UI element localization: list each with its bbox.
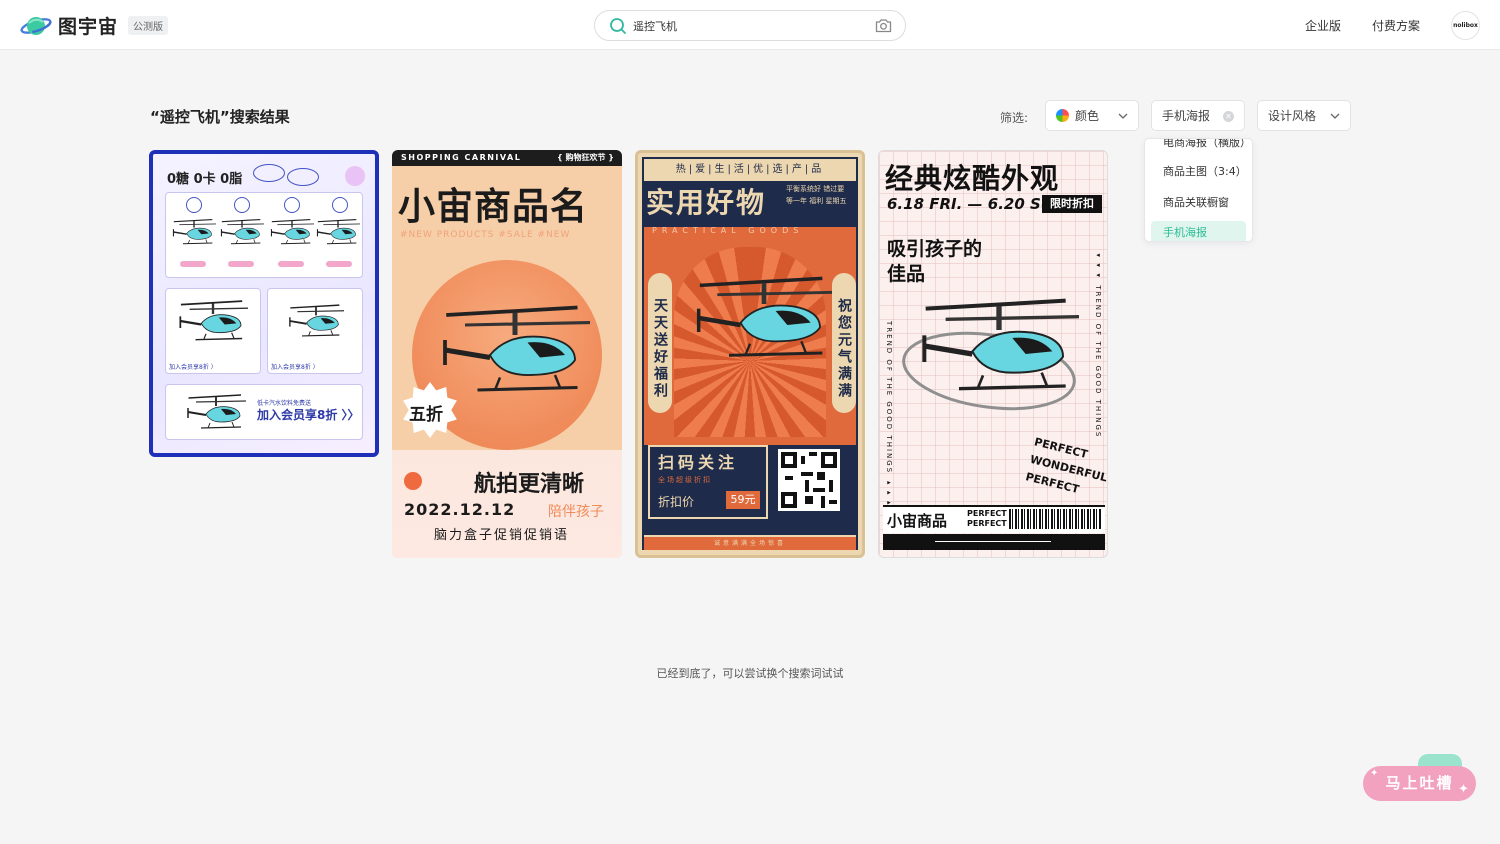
helicopter-image [270, 218, 314, 245]
heart-icon [345, 166, 365, 186]
filter-label: 筛选: [1000, 111, 1029, 125]
card2-date: 2022.12.12 [404, 500, 516, 519]
card4-brand-perfect: PERFECT PERFECT [967, 509, 1007, 528]
camera-icon[interactable] [875, 18, 892, 33]
type-filter[interactable]: 手机海报 ✕ [1151, 100, 1245, 131]
helicopter-image [187, 394, 246, 429]
template-card-4[interactable]: 经典炫酷外观 6.18 FRI. — 6.20 SUN. 限时折扣 吸引孩子的佳… [878, 150, 1108, 558]
card4-vertical-right: ◂◂◂ TREND OF THE GOOD THINGS [1094, 251, 1102, 439]
badge-icon [186, 197, 202, 213]
card3-right-vertical: 祝您元气满满 [832, 273, 856, 413]
card3-title: 实用好物 [646, 186, 767, 219]
template-card-1[interactable]: 0糖 0卡 0脂 加入会员享8折 〉 加入会员享8折 〉 低卡汽水饮料免费送 加… [149, 150, 379, 457]
end-of-results-text: 已经到底了，可以尝试换个搜索词试试 [656, 667, 844, 680]
template-card-2[interactable]: SHOPPING CARNIVAL { 购物狂欢节 } 小宙商品名 #NEW PR… [392, 150, 622, 558]
search-input[interactable] [633, 16, 863, 36]
helicopter-image [694, 273, 834, 363]
style-filter[interactable]: 设计风格 [1257, 100, 1351, 131]
card3-price-label: 折扣价 [658, 495, 695, 509]
card3-scan-sub: 全场超级折扣 [658, 476, 712, 484]
card2-sub: #NEW PRODUCTS #SALE #NEW [400, 230, 571, 240]
top-header: 图宇宙 公测版 企业版 付费方案 nolibox [0, 0, 1500, 50]
badge-icon [234, 197, 250, 213]
badge-icon [287, 168, 319, 186]
result-title: “遥控飞机”搜索结果 [150, 108, 290, 126]
badge-icon [284, 197, 300, 213]
logo-text: 图宇宙 [58, 16, 119, 38]
badge-icon [253, 164, 285, 182]
helicopter-image [440, 300, 590, 400]
card2-top-bar: SHOPPING CARNIVAL { 购物狂欢节 } [392, 150, 622, 166]
template-card-3[interactable]: 热|爱|生|活|优|选|产|品 诚意满满全场惊喜 实用好物 平衡系统好 错过要等… [635, 150, 865, 558]
nav-pricing[interactable]: 付费方案 [1372, 17, 1420, 34]
sparkle-icon: ✦ [1370, 768, 1379, 779]
dropdown-item-selected[interactable]: 手机海报 [1151, 221, 1246, 241]
clear-icon[interactable]: ✕ [1223, 111, 1234, 122]
helicopter-image [919, 291, 1079, 401]
search-box[interactable] [594, 10, 906, 41]
plus-icon [404, 472, 422, 490]
barcode-icon [1009, 509, 1101, 529]
card4-vertical-left: TREND OF THE GOOD THINGS ▸▸▸ [885, 321, 893, 509]
promo-big-text: 加入会员享8折 〉〉 [257, 408, 360, 422]
card2-top-left: SHOPPING CARNIVAL [401, 153, 522, 162]
card3-mini: 平衡系统好 错过要等一年 福利 星期五 [786, 185, 847, 205]
card2-headline: 航拍更清晰 [474, 472, 585, 497]
color-filter[interactable]: 颜色 [1045, 100, 1139, 131]
buy-pill [278, 261, 304, 267]
type-filter-label: 手机海报 [1162, 109, 1211, 123]
helicopter-image [220, 218, 264, 245]
card2-burst-text: 五折 [409, 405, 443, 425]
badge-icon [332, 197, 348, 213]
card3-left-vertical: 天天送好福利 [648, 273, 672, 413]
card2-date-right: 陪伴孩子 [548, 504, 604, 520]
type-dropdown[interactable]: 电商海报（横版） 商品主图（3:4） 商品关联橱窗 手机海报 [1144, 138, 1253, 242]
card4-brand: 小宙商品 [887, 512, 948, 530]
beta-badge: 公测版 [128, 16, 169, 35]
color-wheel-icon [1056, 109, 1069, 122]
card4-headline: 吸引孩子的佳品 [887, 238, 983, 285]
buy-pill [326, 261, 352, 267]
sparkle-icon: ✦ [1458, 782, 1469, 797]
dropdown-item[interactable]: 商品关联橱窗 [1151, 191, 1246, 215]
helicopter-image [179, 299, 248, 341]
qr-code-icon [778, 449, 840, 511]
planet-logo-icon [20, 16, 52, 35]
search-icon[interactable] [609, 17, 627, 35]
member-text: 加入会员享8折 〉 [271, 364, 319, 371]
card4-tag: 限时折扣 [1042, 195, 1102, 213]
dropdown-item[interactable]: 电商海报（横版） [1151, 139, 1251, 155]
card3-scan-title: 扫码关注 [658, 453, 739, 472]
buy-pill [228, 261, 254, 267]
helicopter-image [288, 304, 344, 337]
arrow-right-icon [935, 541, 1051, 542]
logo[interactable]: 图宇宙 公测版 [20, 12, 169, 39]
card3-price: 59元 [726, 491, 760, 509]
nav-enterprise[interactable]: 企业版 [1305, 17, 1341, 34]
buy-pill [180, 261, 206, 267]
style-filter-label: 设计风格 [1268, 109, 1317, 123]
chevron-down-icon [1330, 113, 1340, 119]
card3-stripe: 热|爱|生|活|优|选|产|品 [644, 159, 856, 183]
helicopter-image [172, 218, 216, 245]
card2-footer: 脑力盒子促销促销语 [434, 528, 570, 543]
dropdown-item[interactable]: 商品主图（3:4） [1151, 160, 1247, 184]
card4-title: 经典炫酷外观 [885, 162, 1060, 195]
card4-black-band [883, 534, 1105, 550]
card2-title: 小宙商品名 [398, 185, 588, 228]
product-row-box [165, 192, 363, 278]
card3-practical: PRACTICAL GOODS [652, 226, 804, 235]
chevron-down-icon [1118, 113, 1128, 119]
avatar[interactable]: nolibox [1451, 11, 1480, 40]
card2-top-right: { 购物狂欢节 } [557, 153, 614, 162]
helicopter-image [316, 218, 360, 245]
color-filter-label: 颜色 [1075, 109, 1100, 123]
member-text: 加入会员享8折 〉 [169, 364, 217, 371]
card3-footer: 诚意满满全场惊喜 [644, 537, 856, 550]
card1-head: 0糖 0卡 0脂 [167, 172, 243, 187]
